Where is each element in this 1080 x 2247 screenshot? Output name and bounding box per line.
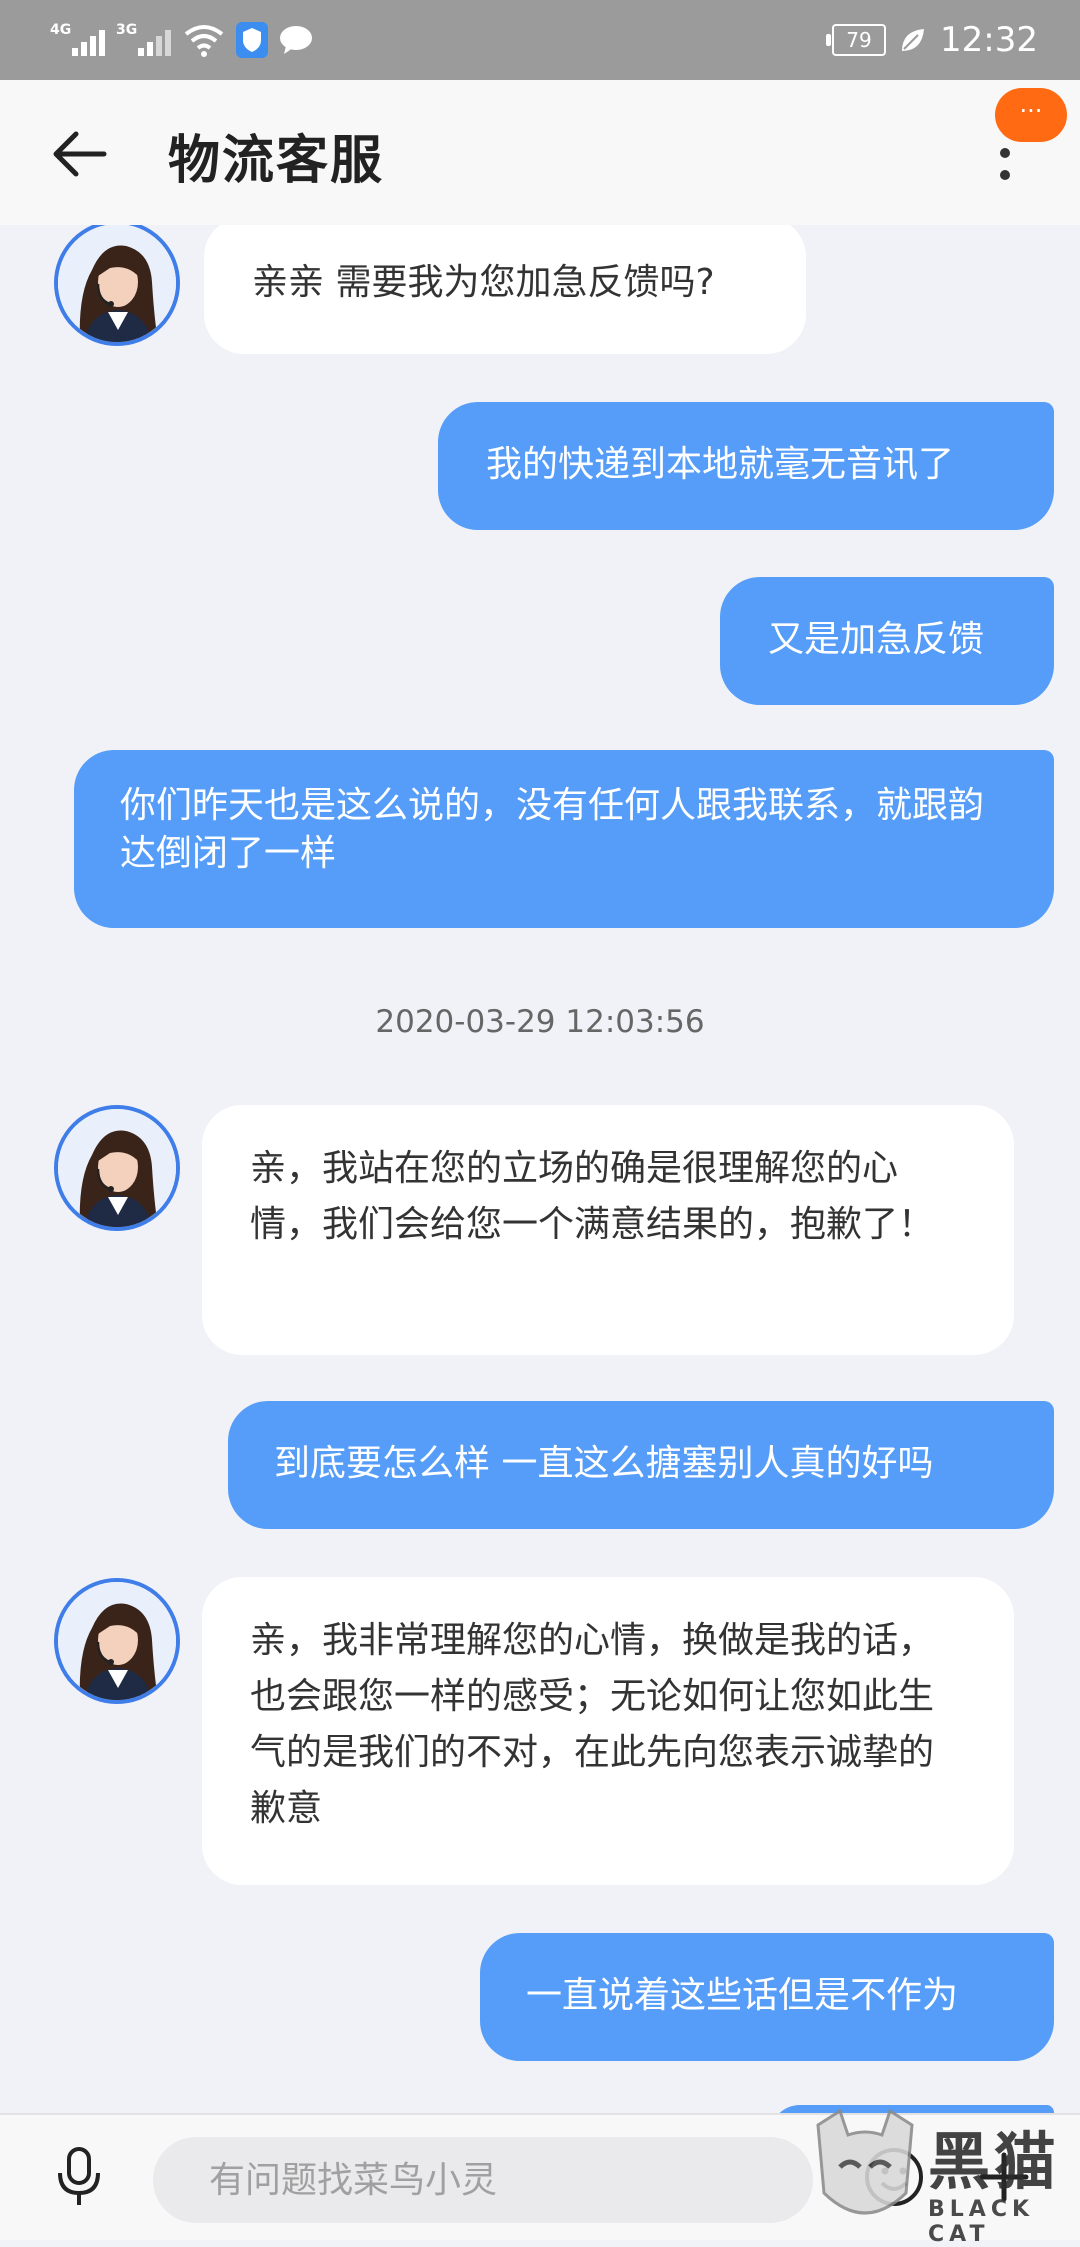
message-text: 你们昨天也是这么说的，没有任何人跟我联系，就跟韵达倒闭了一样 [120,785,985,874]
user-message-bubble: 到底要怎么样 一直这么搪塞别人真的好吗 [228,1401,1054,1529]
message-text: 亲，我站在您的立场的确是很理解您的心情，我们会给您一个满意结果的，抱歉了！ [250,1148,935,1245]
cellular-signal-2-icon: 3G [116,20,172,60]
agent-message-bubble: 亲亲 需要我为您加急反馈吗? [204,225,806,354]
message-text: 一直说着这些话但是不作为 [526,1975,959,2016]
message-input[interactable] [209,2137,769,2223]
agent-portrait-icon [58,1109,176,1227]
agent-avatar[interactable] [54,1105,180,1231]
shield-icon [236,22,268,58]
cat-logo-icon [816,2108,914,2215]
agent-portrait-icon [58,1582,176,1700]
user-message-bubble: 我的快递到本地就毫无音讯了 [438,402,1054,530]
agent-avatar[interactable] [54,1578,180,1704]
agent-message-bubble: 亲，我非常理解您的心情，换做是我的话，也会跟您一样的感受；无论如何让您如此生气的… [202,1577,1014,1885]
microphone-icon[interactable] [52,2145,106,2209]
clock: 12:32 [940,20,1038,60]
user-message-bubble: 又是加急反馈 [720,577,1054,705]
message-text: 亲亲 需要我为您加急反馈吗? [252,262,715,303]
message-text: 又是加急反馈 [768,619,985,660]
more-options-button[interactable] [1000,148,1020,188]
message-timestamp: 2020-03-29 12:03:56 [375,1004,705,1040]
chat-notification-icon [280,26,312,54]
battery-icon: 79 [826,24,887,56]
leaf-icon [902,29,925,51]
status-bar: 4G 3G 79 12:32 [0,0,1080,80]
message-text: 到底要怎么样 一直这么搪塞别人真的好吗 [274,1443,934,1484]
network-type-2: 3G [116,22,138,38]
chat-area[interactable]: 亲亲 需要我为您加急反馈吗? 我的快递到本地就毫无音讯了 又是加急反馈 你们昨天… [0,225,1080,2115]
back-arrow-icon[interactable] [50,128,110,180]
user-message-bubble: 你们昨天也是这么说的，没有任何人跟我联系，就跟韵达倒闭了一样 [74,750,1054,928]
network-type-1: 4G [50,22,72,38]
agent-portrait-icon [58,225,176,342]
wifi-icon [184,25,224,57]
black-cat-watermark: 黑猫 BLACK CAT [810,2105,1080,2247]
cellular-signal-icon: 4G [50,20,106,60]
watermark-text: 黑猫 [928,2125,1061,2198]
message-text: 我的快递到本地就毫无音讯了 [486,444,955,485]
agent-message-bubble: 亲，我站在您的立场的确是很理解您的心情，我们会给您一个满意结果的，抱歉了！ [202,1105,1014,1355]
message-text: 亲，我非常理解您的心情，换做是我的话，也会跟您一样的感受；无论如何让您如此生气的… [250,1620,935,1829]
page-title: 物流客服 [168,131,385,191]
title-bar: 物流客服 [0,80,1080,225]
notification-badge[interactable]: ··· [995,88,1067,142]
message-input-container[interactable] [153,2137,813,2223]
user-message-bubble: 一直说着这些话但是不作为 [480,1933,1054,2061]
agent-avatar[interactable] [54,225,180,346]
